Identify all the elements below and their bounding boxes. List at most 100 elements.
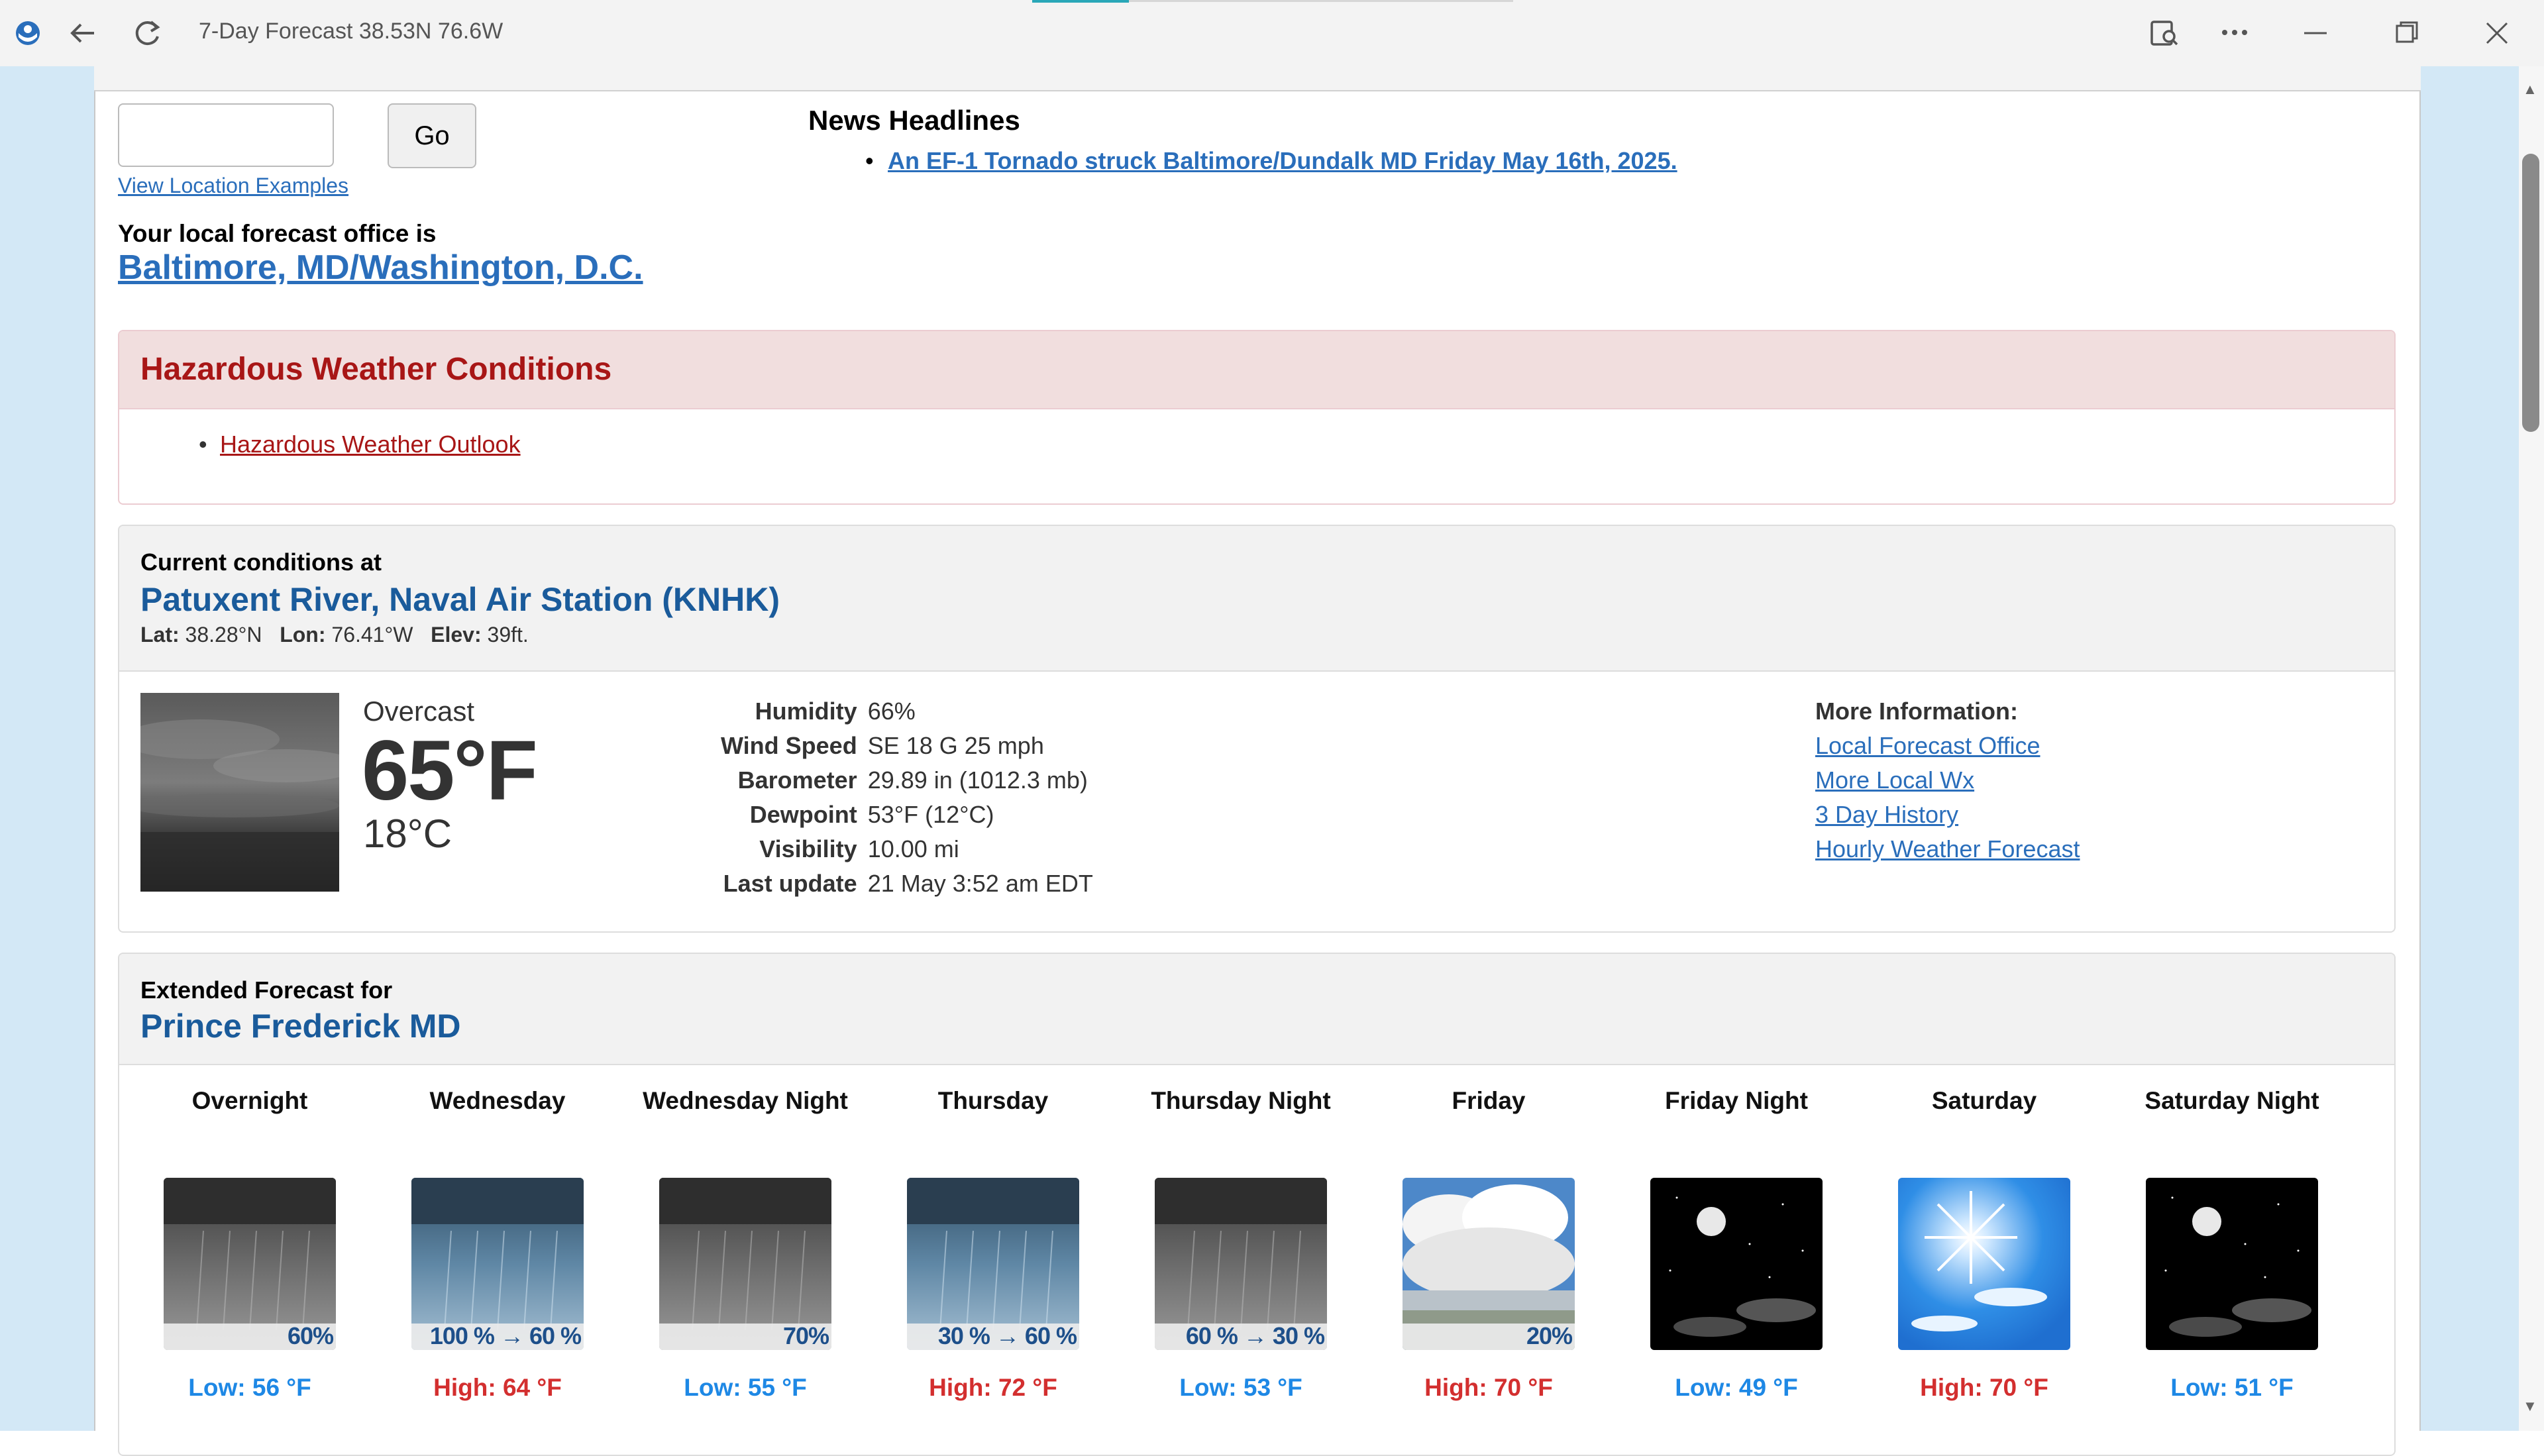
detail-label: Barometer xyxy=(737,766,857,794)
precip-chance: 30 % → 60 % xyxy=(937,1322,1077,1349)
station-name: Patuxent River, Naval Air Station (KNHK) xyxy=(140,581,780,618)
period-name: Thursday Night xyxy=(1151,1087,1331,1114)
detail-value: 53°F (12°C) xyxy=(867,801,994,828)
more-icon[interactable] xyxy=(2218,23,2251,46)
forecast-period[interactable]: Overnight 60% Low: 56 °F xyxy=(140,1084,359,1402)
period-temp: Low: 55 °F xyxy=(684,1374,807,1401)
hazardous-weather-outlook-link[interactable]: Hazardous Weather Outlook xyxy=(220,431,521,458)
hourly-forecast-link[interactable]: Hourly Weather Forecast xyxy=(1815,832,2080,866)
hazard-title: Hazardous Weather Conditions xyxy=(140,352,612,387)
page-background xyxy=(2421,66,2519,1431)
period-name: Friday Night xyxy=(1665,1087,1808,1114)
detail-value: 29.89 in (1012.3 mb) xyxy=(867,766,1088,794)
current-temp-c: 18°C xyxy=(363,811,452,856)
forecast-period[interactable]: Wednesday 100 % → 60 % High: 64 °F xyxy=(388,1084,607,1402)
detail-value: SE 18 G 25 mph xyxy=(867,732,1044,759)
rain-night-icon[interactable]: 70% xyxy=(659,1178,831,1350)
news-headline-link[interactable]: An EF-1 Tornado struck Baltimore/Dundalk… xyxy=(888,147,1677,175)
detail-label: Last update xyxy=(723,870,857,897)
detail-value: 21 May 3:52 am EDT xyxy=(867,870,1093,897)
lon-label: Lon: xyxy=(280,623,326,647)
more-information: More Information: Local Forecast Office … xyxy=(1815,694,2080,866)
period-name: Wednesday xyxy=(429,1087,566,1114)
forecast-period[interactable]: Thursday Night 60 % → 30 % Low: 53 °F xyxy=(1132,1084,1350,1402)
three-day-history-link[interactable]: 3 Day History xyxy=(1815,798,2080,832)
period-temp: Low: 49 °F xyxy=(1675,1374,1798,1401)
local-forecast-office-link[interactable]: Local Forecast Office xyxy=(1815,729,2080,763)
lat-value: 38.28°N xyxy=(185,623,262,647)
close-icon[interactable] xyxy=(2480,17,2514,53)
rain-night-icon[interactable]: 60 % → 30 % xyxy=(1155,1178,1327,1350)
scroll-thumb[interactable] xyxy=(2522,154,2539,432)
forecast-period[interactable]: Thursday 30 % → 60 % High: 72 °F xyxy=(884,1084,1102,1402)
current-conditions-label: Current conditions at xyxy=(140,548,382,576)
period-temp: Low: 51 °F xyxy=(2170,1374,2294,1401)
news-headlines-title: News Headlines xyxy=(808,105,1020,136)
view-location-examples-link[interactable]: View Location Examples xyxy=(118,174,348,198)
shower-cloud-day-icon[interactable]: 20% xyxy=(1403,1178,1575,1350)
lat-label: Lat: xyxy=(140,623,180,647)
back-icon[interactable] xyxy=(66,17,99,53)
detail-label: Dewpoint xyxy=(749,801,857,828)
detail-label: Visibility xyxy=(759,835,857,862)
forecast-place: Prince Frederick MD xyxy=(140,1008,461,1045)
table-row: Wind Speed SE 18 G 25 mph xyxy=(716,729,1098,763)
period-temp: Low: 56 °F xyxy=(188,1374,311,1401)
current-details-table: Humidity 66% Wind Speed SE 18 G 25 mph Bar… xyxy=(716,694,1098,901)
precip-chance: 60% xyxy=(287,1322,334,1349)
clear-night-icon[interactable] xyxy=(2146,1178,2318,1350)
station-coordinates: Lat: 38.28°N Lon: 76.41°W Elev: 39ft. xyxy=(140,623,529,647)
extended-forecast-header: Extended Forecast for Prince Frederick M… xyxy=(119,954,2394,1065)
more-info-title: More Information: xyxy=(1815,698,2018,725)
page-header-strip xyxy=(94,66,2421,91)
table-row: Humidity 66% xyxy=(716,694,1098,729)
period-temp: High: 72 °F xyxy=(929,1374,1057,1401)
forecast-period[interactable]: Wednesday Night 70% Low: 55 °F xyxy=(636,1084,855,1402)
tab-strip xyxy=(1129,0,1513,2)
office-label: Your local forecast office is xyxy=(118,220,437,247)
table-row: Last update 21 May 3:52 am EDT xyxy=(716,866,1098,901)
period-name: Saturday Night xyxy=(2145,1087,2319,1114)
precip-chance: 70% xyxy=(782,1322,829,1349)
scroll-up-icon[interactable]: ▲ xyxy=(2523,81,2537,98)
precip-chance: 100 % → 60 % xyxy=(429,1322,582,1349)
location-search-input[interactable] xyxy=(118,103,334,167)
extended-forecast-label: Extended Forecast for xyxy=(140,976,393,1004)
elev-label: Elev: xyxy=(431,623,482,647)
overcast-image xyxy=(121,693,359,892)
sunny-icon[interactable] xyxy=(1898,1178,2070,1350)
restore-icon[interactable] xyxy=(2390,17,2423,53)
detail-value: 10.00 mi xyxy=(867,835,959,862)
forecast-period[interactable]: Friday Night Low: 49 °F xyxy=(1627,1084,1846,1402)
table-row: Barometer 29.89 in (1012.3 mb) xyxy=(716,763,1098,798)
minimize-icon[interactable] xyxy=(2299,17,2332,53)
current-conditions-panel: Current conditions at Patuxent River, Na… xyxy=(118,525,2396,933)
table-row: Dewpoint 53°F (12°C) xyxy=(716,798,1098,832)
detail-value: 66% xyxy=(867,698,916,725)
read-aloud-icon[interactable] xyxy=(2148,17,2181,53)
rain-night-icon[interactable]: 60% xyxy=(164,1178,336,1350)
current-temp-f: 65°F xyxy=(362,723,538,818)
forecast-office-link[interactable]: Baltimore, MD/Washington, D.C. xyxy=(118,248,643,287)
period-name: Wednesday Night xyxy=(643,1087,848,1114)
clear-night-icon[interactable] xyxy=(1650,1178,1823,1350)
period-temp: High: 70 °F xyxy=(1424,1374,1553,1401)
more-local-wx-link[interactable]: More Local Wx xyxy=(1815,763,2080,798)
hazardous-weather-panel: Hazardous Weather Conditions • Hazardous… xyxy=(118,330,2396,505)
current-conditions-header: Current conditions at Patuxent River, Na… xyxy=(119,526,2394,672)
period-temp: Low: 53 °F xyxy=(1179,1374,1302,1401)
rain-day-icon[interactable]: 30 % → 60 % xyxy=(907,1178,1079,1350)
tab-indicator xyxy=(1032,0,1129,3)
forecast-period[interactable]: Friday 20% High: 70 °F xyxy=(1379,1084,1598,1402)
forecast-period[interactable]: Saturday Night Low: 51 °F xyxy=(2123,1084,2341,1402)
forecast-period[interactable]: Saturday High: 70 °F xyxy=(1875,1084,2094,1402)
scroll-down-icon[interactable]: ▼ xyxy=(2523,1398,2537,1415)
refresh-icon[interactable] xyxy=(131,17,164,53)
browser-title-bar: 7-Day Forecast 38.53N 76.6W xyxy=(0,0,2544,68)
period-name: Thursday xyxy=(937,1087,1049,1114)
noaa-logo-icon xyxy=(15,20,41,50)
go-button[interactable]: Go xyxy=(388,103,476,168)
news-bullet: • xyxy=(865,147,874,174)
period-temp: High: 64 °F xyxy=(433,1374,562,1401)
rain-day-icon[interactable]: 100 % → 60 % xyxy=(411,1178,584,1350)
